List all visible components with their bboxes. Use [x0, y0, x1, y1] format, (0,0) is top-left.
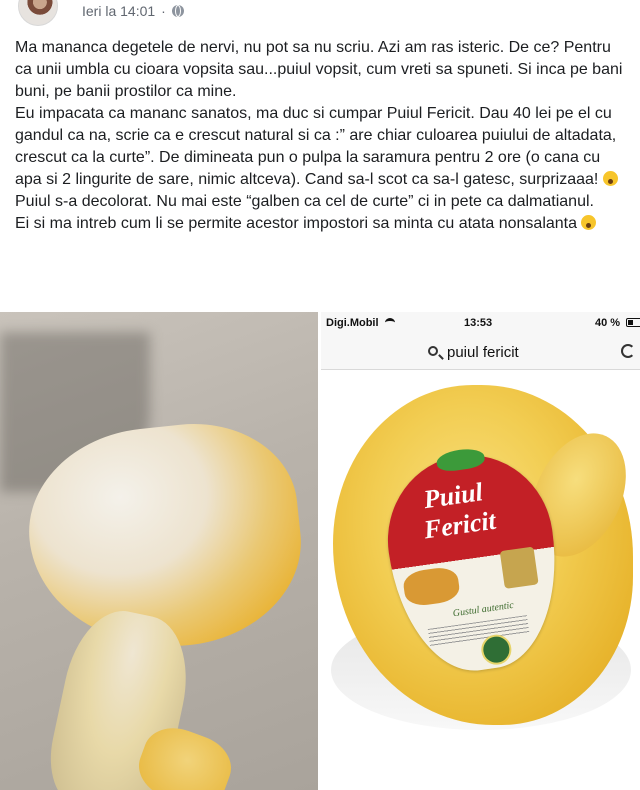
avatar[interactable] [18, 0, 58, 26]
carrier-label: Digi.Mobil [326, 317, 379, 329]
shocked-face-icon [602, 171, 618, 186]
chicken-illustration [401, 565, 462, 608]
label-fine-print [427, 615, 530, 647]
search-bar[interactable]: puiul fericit [321, 334, 640, 370]
label-subtitle: Gustul autentic [452, 599, 515, 620]
post-meta: Ieri la 14:01 · [82, 3, 184, 19]
post-paragraph: Eu impacata ca mananc sanatos, ma duc si… [15, 105, 618, 210]
chicken-leg-photo[interactable] [0, 312, 318, 790]
product-image: Puiul Fericit Gustul autentic [321, 370, 640, 790]
post-body: Ma mananca degetele de nervi, nu pot sa … [15, 37, 625, 235]
phone-status-bar: Digi.Mobil 13:53 40 % [321, 312, 640, 334]
battery-percent: 40 % [595, 317, 621, 329]
post-header: Ieri la 14:01 · [0, 0, 640, 26]
confused-face-icon [581, 215, 597, 230]
battery-icon [626, 318, 640, 327]
post-paragraph: Ma mananca degetele de nervi, nu pot sa … [15, 39, 623, 100]
status-clock: 13:53 [464, 317, 493, 329]
photo-gallery[interactable]: Digi.Mobil 13:53 40 % puiul fericit Puiu… [0, 312, 640, 790]
quality-badge-icon [499, 546, 539, 589]
wifi-icon [385, 318, 395, 327]
phone-screenshot-photo[interactable]: Digi.Mobil 13:53 40 % puiul fericit Puiu… [321, 312, 640, 790]
facebook-post: Ieri la 14:01 · Ma mananca degetele de n… [0, 0, 640, 790]
reload-icon[interactable] [621, 344, 635, 358]
post-paragraph: Ei si ma intreb cum li se permite acesto… [15, 213, 625, 235]
post-timestamp[interactable]: Ieri la 14:01 [82, 3, 155, 19]
globe-icon[interactable] [171, 5, 184, 17]
search-query[interactable]: puiul fericit [447, 344, 519, 361]
search-icon [428, 346, 438, 356]
